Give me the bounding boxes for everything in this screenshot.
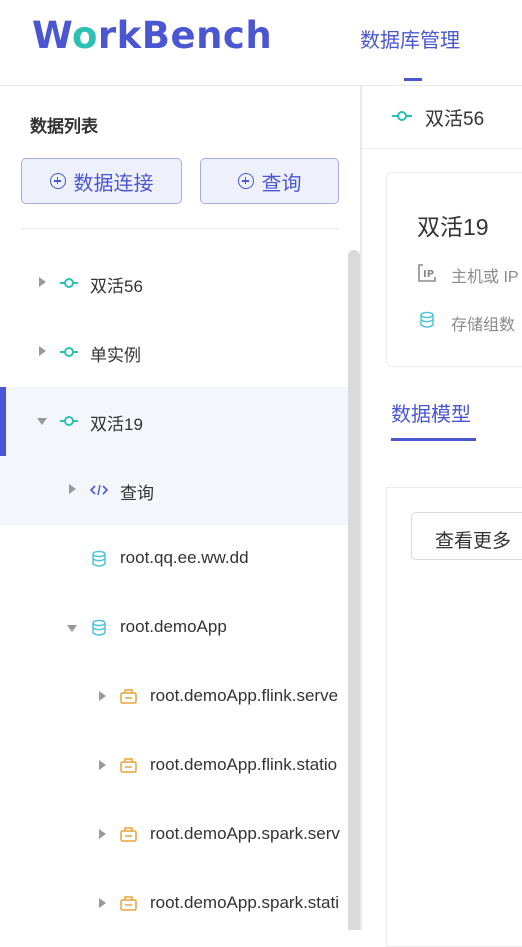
tree-item-device[interactable]: root.demoApp.spark.stati	[0, 870, 348, 939]
caret-right-icon[interactable]	[99, 760, 106, 770]
device-icon	[120, 689, 137, 704]
add-query-button[interactable]: 查询	[200, 158, 339, 204]
tab-database-management[interactable]: 数据库管理	[360, 24, 460, 53]
sidebar-title: 数据列表	[30, 117, 98, 136]
connection-info-card: 双活19 IP 主机或 IP 存储组数	[386, 172, 522, 367]
caret-down-icon[interactable]	[67, 625, 77, 632]
tree-item-database[interactable]: root.qq.ee.ww.dd	[0, 525, 348, 594]
tree-item-device[interactable]: root.demoApp.flink.serve	[0, 663, 348, 732]
tree-item-device[interactable]: root.demoApp.flink.statio	[0, 732, 348, 801]
device-icon	[120, 758, 137, 773]
card-title: 双活19	[417, 214, 489, 240]
tab-data-model[interactable]: 数据模型	[391, 398, 471, 427]
code-icon	[90, 484, 108, 496]
add-connection-label: 数据连接	[73, 172, 154, 195]
tree-item-single-instance[interactable]: 单实例	[0, 318, 348, 387]
active-connection-label: 双活56	[425, 109, 485, 130]
plus-circle-icon	[237, 173, 254, 189]
plus-circle-icon	[49, 173, 66, 189]
device-icon	[120, 827, 137, 842]
connection-icon	[60, 347, 78, 357]
database-icon	[92, 619, 106, 636]
tree-item-label: 查询	[120, 484, 154, 503]
storage-label: 存储组数	[451, 317, 516, 334]
sidebar: 数据列表 数据连接 查询 双活56 单实例 双活19 查询 root.qq.ee…	[0, 86, 360, 930]
caret-right-icon[interactable]	[99, 898, 106, 908]
tree-item-label: root.qq.ee.ww.dd	[120, 548, 249, 567]
add-query-label: 查询	[261, 172, 302, 195]
ip-icon: IP	[418, 264, 436, 282]
tree-item-label: 双活56	[90, 277, 143, 296]
host-label: 主机或 IP	[451, 269, 519, 286]
sidebar-divider	[360, 86, 362, 930]
tree-item-label: root.demoApp.spark.stati	[150, 893, 339, 912]
tree-item-label: 双活19	[90, 415, 143, 434]
tree-item-device[interactable]: root.demoApp.spark.serv	[0, 801, 348, 870]
top-header: WorkBench 数据库管理	[0, 0, 522, 86]
active-tab-indicator	[404, 78, 422, 81]
caret-right-icon[interactable]	[69, 484, 76, 494]
tree-item-shuanghuo56[interactable]: 双活56	[0, 249, 348, 318]
tree-item-label: root.demoApp.flink.serve	[150, 686, 339, 705]
view-more-button[interactable]: 查看更多	[411, 512, 522, 560]
caret-right-icon[interactable]	[39, 277, 46, 287]
tree-item-label: 单实例	[90, 346, 141, 365]
caret-down-icon[interactable]	[37, 418, 47, 425]
tree-item-label: root.demoApp	[120, 617, 227, 636]
tree-item-label: root.demoApp.spark.serv	[150, 824, 340, 843]
svg-text:IP: IP	[423, 269, 434, 280]
divider	[21, 228, 339, 229]
active-connection-tab[interactable]: 双活56	[362, 86, 522, 149]
tree-item-label: root.demoApp.flink.statio	[150, 755, 338, 774]
caret-right-icon[interactable]	[99, 691, 106, 701]
tree-item-shuanghuo19[interactable]: 双活19	[0, 387, 348, 456]
active-tab-indicator	[391, 438, 476, 441]
connection-icon	[60, 416, 78, 426]
device-icon	[120, 896, 137, 911]
database-icon	[420, 311, 434, 328]
tree-item-query[interactable]: 查询	[0, 456, 348, 525]
connection-icon	[392, 111, 412, 121]
add-connection-button[interactable]: 数据连接	[21, 158, 182, 204]
connection-icon	[60, 278, 78, 288]
database-icon	[92, 550, 106, 567]
caret-right-icon[interactable]	[99, 829, 106, 839]
caret-right-icon[interactable]	[39, 346, 46, 356]
sidebar-scrollbar[interactable]	[348, 250, 360, 930]
tree-item-database[interactable]: root.demoApp	[0, 594, 348, 663]
workbench-logo[interactable]: WorkBench	[32, 14, 272, 57]
